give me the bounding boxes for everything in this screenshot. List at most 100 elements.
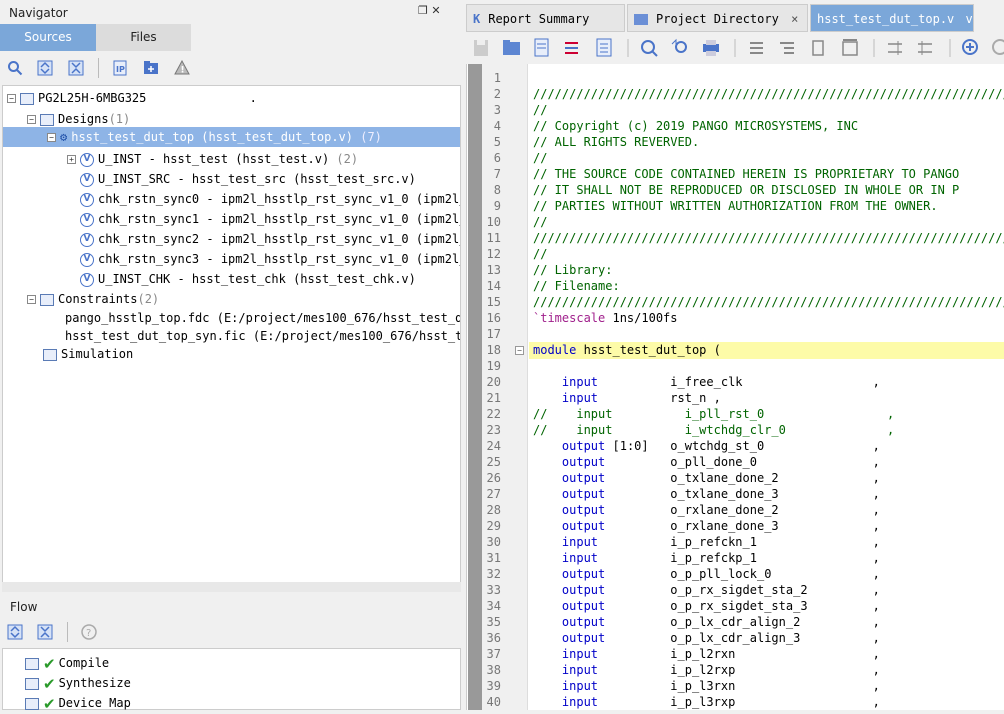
- warning-icon[interactable]: !: [172, 58, 192, 78]
- code-line[interactable]: input i_p_l3rxn ,: [533, 678, 880, 694]
- code-line[interactable]: output o_txlane_done_3 ,: [533, 486, 880, 502]
- code-line[interactable]: output o_rxlane_done_2 ,: [533, 502, 880, 518]
- code-line[interactable]: // input i_pll_rst_0 ,: [533, 406, 894, 422]
- flow-item-compile[interactable]: ✔ Compile: [25, 653, 109, 673]
- indent-icon[interactable]: [780, 42, 794, 54]
- tree-child[interactable]: Vchk_rstn_sync1 - ipm2l_hsstlp_rst_sync_…: [80, 209, 460, 229]
- code-line[interactable]: output [1:0] o_wtchdg_st_0 ,: [533, 438, 880, 454]
- code-line[interactable]: output o_p_rx_sigdet_sta_3 ,: [533, 598, 880, 614]
- code-line[interactable]: module hsst_test_dut_top (: [533, 342, 721, 358]
- tab-sources[interactable]: Sources: [0, 24, 96, 51]
- tree-constraint-file[interactable]: pango_hsstlp_top.fdc (E:/project/mes100_…: [65, 308, 460, 328]
- dropdown-icon[interactable]: v: [966, 12, 973, 26]
- tab-project-directory[interactable]: Project Directory ×: [627, 4, 808, 32]
- code-line[interactable]: output o_rxlane_done_3 ,: [533, 518, 880, 534]
- align-icon[interactable]: [750, 42, 763, 54]
- tree-child[interactable]: + V U_INST - hsst_test (hsst_test.v) (2): [67, 149, 358, 169]
- zoom-out-icon[interactable]: [992, 39, 1004, 55]
- restore-icon[interactable]: ❐: [418, 4, 428, 17]
- tree-constraint-file[interactable]: hsst_test_dut_top_syn.fic (E:/project/me…: [65, 326, 460, 346]
- tree-child[interactable]: Vchk_rstn_sync2 - ipm2l_hsstlp_rst_sync_…: [80, 229, 460, 249]
- panel-controls[interactable]: ❐ ✕: [418, 4, 441, 17]
- flow-item-synthesize[interactable]: ✔ Synthesize: [25, 673, 131, 693]
- code-line[interactable]: `timescale 1ns/100fs: [533, 310, 678, 326]
- code-line[interactable]: // Copyright (c) 2019 PANGO MICROSYSTEMS…: [533, 118, 858, 134]
- code-line[interactable]: //: [533, 246, 547, 262]
- expand-all-icon[interactable]: [5, 622, 25, 642]
- code-line[interactable]: //: [533, 214, 547, 230]
- open-folder-icon[interactable]: [503, 40, 520, 55]
- close-tab-icon[interactable]: ×: [791, 12, 798, 26]
- tab-files[interactable]: Files: [96, 24, 191, 51]
- shift-right-icon[interactable]: [888, 41, 902, 55]
- collapse-toggle-icon[interactable]: −: [27, 295, 36, 304]
- search-icon[interactable]: [5, 58, 25, 78]
- code-line[interactable]: // Filename:: [533, 278, 620, 294]
- shift-left-icon[interactable]: [918, 41, 932, 55]
- tree-child[interactable]: Vchk_rstn_sync3 - ipm2l_hsstlp_rst_sync_…: [80, 249, 460, 269]
- tree-device[interactable]: − PG2L25H-6MBG325 .: [7, 88, 257, 108]
- collapse-toggle-icon[interactable]: −: [47, 133, 56, 142]
- collapse-toggle-icon[interactable]: −: [7, 94, 16, 103]
- code-line[interactable]: ////////////////////////////////////////…: [533, 86, 1004, 102]
- tree-simulation[interactable]: Simulation: [43, 344, 133, 364]
- code-line[interactable]: // Library:: [533, 262, 612, 278]
- save-icon[interactable]: [474, 40, 488, 56]
- new-file-icon[interactable]: [534, 38, 549, 57]
- replace-icon[interactable]: [671, 38, 687, 53]
- sources-tree[interactable]: − PG2L25H-6MBG325 . − Designs(1) − ⚙ hsst_te…: [2, 85, 461, 590]
- tree-child[interactable]: V U_INST_CHK - hsst_test_chk (hsst_test_c…: [80, 269, 416, 289]
- code-line[interactable]: input i_p_l2rxn ,: [533, 646, 880, 662]
- code-line[interactable]: output o_p_pll_lock_0 ,: [533, 566, 880, 582]
- code-line[interactable]: output o_p_lx_cdr_align_3 ,: [533, 630, 880, 646]
- tree-child[interactable]: Vchk_rstn_sync0 - ipm2l_hsstlp_rst_sync_…: [80, 189, 460, 209]
- tree-child[interactable]: V U_INST_SRC - hsst_test_src (hsst_test_s…: [80, 169, 416, 189]
- code-line[interactable]: // PARTIES WITHOUT WRITTEN AUTHORIZATION…: [533, 198, 938, 214]
- code-line[interactable]: input i_free_clk ,: [533, 374, 880, 390]
- collapse-all-icon[interactable]: [35, 622, 55, 642]
- find-icon[interactable]: [641, 40, 658, 57]
- comment-icon[interactable]: [812, 40, 824, 56]
- expand-all-icon[interactable]: [35, 58, 55, 78]
- compare-icon[interactable]: [565, 42, 578, 54]
- code-line[interactable]: // ALL RIGHTS REVERVED.: [533, 134, 699, 150]
- help-icon[interactable]: ?: [79, 622, 99, 642]
- zoom-in-icon[interactable]: [962, 39, 978, 55]
- code-line[interactable]: // input i_wtchdg_clr_0 ,: [533, 422, 894, 438]
- code-line[interactable]: output o_p_rx_sigdet_sta_2 ,: [533, 582, 880, 598]
- horizontal-scrollbar[interactable]: [2, 582, 461, 592]
- uncomment-icon[interactable]: [842, 39, 858, 56]
- code-line[interactable]: input rst_n ,: [533, 390, 721, 406]
- code-line[interactable]: //: [533, 102, 547, 118]
- code-line[interactable]: //: [533, 150, 547, 166]
- code-line[interactable]: // THE SOURCE CODE CONTAINED HEREIN IS P…: [533, 166, 959, 182]
- close-icon[interactable]: ✕: [431, 4, 440, 17]
- code-line[interactable]: input i_p_refckn_1 ,: [533, 534, 880, 550]
- vertical-scrollbar[interactable]: [468, 64, 482, 710]
- collapse-all-icon[interactable]: [66, 58, 86, 78]
- add-source-icon[interactable]: [141, 58, 161, 78]
- expand-toggle-icon[interactable]: +: [67, 155, 76, 164]
- code-line[interactable]: input i_p_refckp_1 ,: [533, 550, 880, 566]
- code-line[interactable]: input i_p_l3rxp ,: [533, 694, 880, 710]
- code-line[interactable]: // IT SHALL NOT BE REPRODUCED OR DISCLOS…: [533, 182, 959, 198]
- code-line[interactable]: ////////////////////////////////////////…: [533, 230, 1004, 246]
- tab-report-summary[interactable]: K Report Summary: [466, 4, 625, 32]
- tree-constraints[interactable]: − Constraints(2): [27, 289, 159, 309]
- fold-toggle-icon[interactable]: −: [515, 346, 524, 355]
- line-number: 28: [486, 503, 501, 517]
- print-icon[interactable]: [703, 40, 719, 56]
- code-line[interactable]: output o_pll_done_0 ,: [533, 454, 880, 470]
- code-line[interactable]: output o_txlane_done_2 ,: [533, 470, 880, 486]
- document-icon[interactable]: [596, 38, 612, 57]
- tree-top-module[interactable]: − ⚙ hsst_test_dut_top (hsst_test_dut_top.v…: [3, 127, 460, 147]
- code-line[interactable]: input i_p_l2rxp ,: [533, 662, 880, 678]
- flow-item-device-map[interactable]: ✔ Device Map: [25, 693, 131, 713]
- collapse-toggle-icon[interactable]: −: [27, 115, 36, 124]
- tab-hsst-test-dut-top[interactable]: hsst_test_dut_top.v v: [810, 4, 974, 32]
- ip-icon[interactable]: IP: [110, 58, 130, 78]
- flow-list[interactable]: ✔ Compile ✔ Synthesize ✔ Device Map: [2, 648, 461, 713]
- code-line[interactable]: ////////////////////////////////////////…: [533, 294, 1004, 310]
- tree-designs[interactable]: − Designs(1): [27, 109, 130, 129]
- code-line[interactable]: output o_p_lx_cdr_align_2 ,: [533, 614, 880, 630]
